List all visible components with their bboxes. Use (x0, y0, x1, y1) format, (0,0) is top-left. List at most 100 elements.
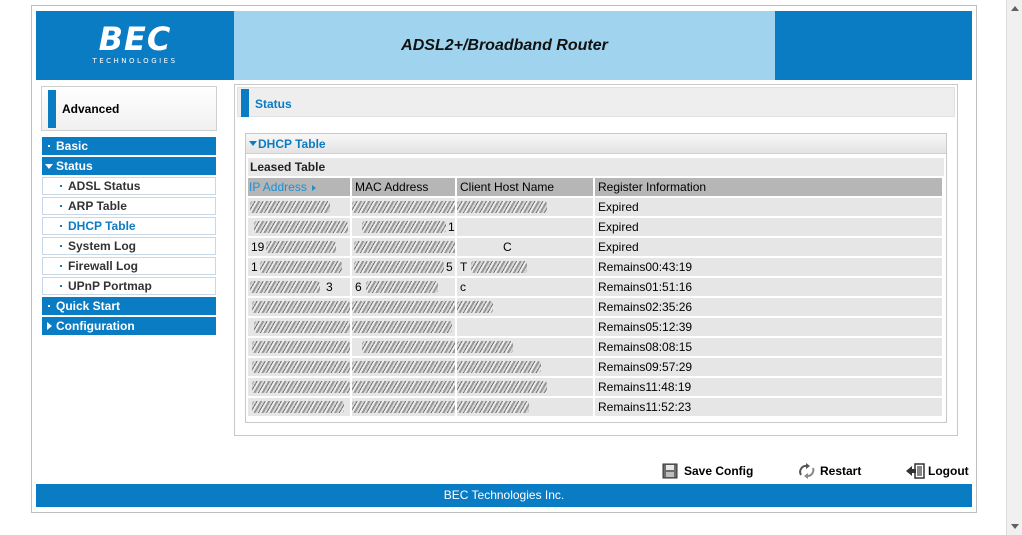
page-title-bar: Status (237, 87, 955, 117)
redaction-mark (366, 281, 438, 293)
table-row: Remains09:57:29 (248, 358, 944, 376)
cell-ip-text: 19 (251, 240, 265, 254)
redaction-mark (252, 361, 350, 373)
redaction-mark (352, 301, 455, 313)
cell-ip-text: 3 (326, 280, 333, 294)
collapse-triangle-icon (249, 141, 257, 146)
nav-status[interactable]: Status (42, 157, 216, 175)
logout-button[interactable]: Logout (906, 462, 969, 480)
cell-mac (352, 398, 455, 416)
table-row: Expired (248, 198, 944, 216)
cell-ip (248, 318, 350, 336)
cell-ip: 3 (248, 278, 350, 296)
bullet-icon (60, 225, 62, 227)
nav-arp-table[interactable]: ARP Table (42, 197, 216, 215)
cell-register: Remains11:52:23 (595, 398, 942, 416)
cell-register: Expired (595, 198, 942, 216)
scroll-down-icon[interactable] (1011, 524, 1019, 529)
cell-mac-tail-text: C (503, 240, 512, 254)
nav-system-log-label: System Log (68, 239, 137, 253)
cell-register: Remains01:51:16 (595, 278, 942, 296)
browser-scrollbar[interactable] (1006, 0, 1022, 535)
col-header-register-information: Register Information (595, 178, 942, 196)
header: BEC TECHNOLOGIES ADSL2+/Broadband Router (36, 11, 972, 80)
cell-ip-text: 1 (251, 260, 258, 274)
cell-ip (248, 358, 350, 376)
bullet-icon (60, 285, 62, 287)
table-row: Remains02:35:26 (248, 298, 944, 316)
nav-firewall-log[interactable]: Firewall Log (42, 257, 216, 275)
cell-ip: 1 (248, 258, 350, 276)
nav-system-log[interactable]: System Log (42, 237, 216, 255)
expand-arrow-icon (45, 164, 53, 169)
redaction-mark (250, 201, 330, 213)
redaction-mark (254, 321, 350, 333)
cell-register: Remains08:08:15 (595, 338, 942, 356)
redaction-mark (254, 221, 348, 233)
nav-adsl-status[interactable]: ADSL Status (42, 177, 216, 195)
cell-mac: 1 (352, 218, 455, 236)
cell-register: Remains05:12:39 (595, 318, 942, 336)
footer-bar: BEC Technologies Inc. (36, 484, 972, 507)
redaction-mark (252, 401, 344, 413)
redaction-mark (457, 381, 547, 393)
redaction-mark (354, 241, 455, 253)
nav-arp-table-label: ARP Table (68, 199, 127, 213)
cell-host (457, 218, 593, 236)
redaction-mark (266, 241, 336, 253)
cell-mac-text: 5 (446, 260, 453, 274)
collapse-arrow-icon (47, 322, 52, 330)
table-header-row: IP Address MAC Address Client Host Name … (248, 178, 944, 196)
nav-dhcp-table[interactable]: DHCP Table (42, 217, 216, 235)
cell-mac: 5 (352, 258, 455, 276)
col-header-client-host-name: Client Host Name (457, 178, 593, 196)
cell-host (457, 378, 593, 396)
col-header-ip-address[interactable]: IP Address (248, 178, 350, 196)
nav-configuration[interactable]: Configuration (42, 317, 216, 335)
col-header-mac-address: MAC Address (352, 178, 455, 196)
save-config-button[interactable]: Save Config (662, 462, 753, 480)
nav-status-label: Status (56, 159, 93, 173)
logo-subtext: TECHNOLOGIES (92, 57, 178, 65)
table-row: 3 6 c Remains01:51:16 (248, 278, 944, 296)
nav-basic-label: Basic (56, 139, 89, 153)
cell-ip (248, 218, 350, 236)
cell-ip (248, 198, 350, 216)
nav-adsl-status-label: ADSL Status (68, 179, 141, 193)
footer-copyright: BEC Technologies Inc. (443, 488, 565, 502)
cell-mac (352, 318, 455, 336)
cell-mac-text: 6 (355, 280, 362, 294)
cell-host (457, 358, 593, 376)
redaction-mark (352, 401, 455, 413)
cell-host (457, 198, 593, 216)
bullet-icon (60, 205, 62, 207)
bullet-icon (48, 305, 50, 307)
sidebar-nav: Basic Status ADSL Status ARP Table DHCP … (42, 137, 216, 337)
nav-basic[interactable]: Basic (42, 137, 216, 155)
table-row: Remains11:48:19 (248, 378, 944, 396)
nav-quick-start[interactable]: Quick Start (42, 297, 216, 315)
cell-mac (352, 358, 455, 376)
nav-upnp-portmap[interactable]: UPnP Portmap (42, 277, 216, 295)
redaction-mark (457, 201, 547, 213)
table-caption: Leased Table (248, 158, 944, 176)
cell-mac (352, 298, 455, 316)
redaction-mark (362, 221, 446, 233)
logo-text: BEC (98, 20, 172, 58)
section-title: DHCP Table (258, 137, 326, 151)
floppy-disk-icon (662, 463, 678, 484)
header-title-box: ADSL2+/Broadband Router (234, 11, 775, 80)
cell-ip: 19 (248, 238, 350, 256)
redaction-mark (352, 321, 452, 333)
section-header[interactable]: DHCP Table (246, 134, 946, 154)
cell-host: T (457, 258, 593, 276)
redaction-mark (362, 341, 455, 353)
cell-host (457, 398, 593, 416)
cell-host: C (457, 238, 593, 256)
sort-arrow-icon (311, 184, 316, 191)
scroll-up-icon[interactable] (1011, 6, 1019, 11)
redaction-mark (352, 381, 455, 393)
cell-ip (248, 378, 350, 396)
cell-host: c (457, 278, 593, 296)
restart-button[interactable]: Restart (798, 462, 861, 480)
